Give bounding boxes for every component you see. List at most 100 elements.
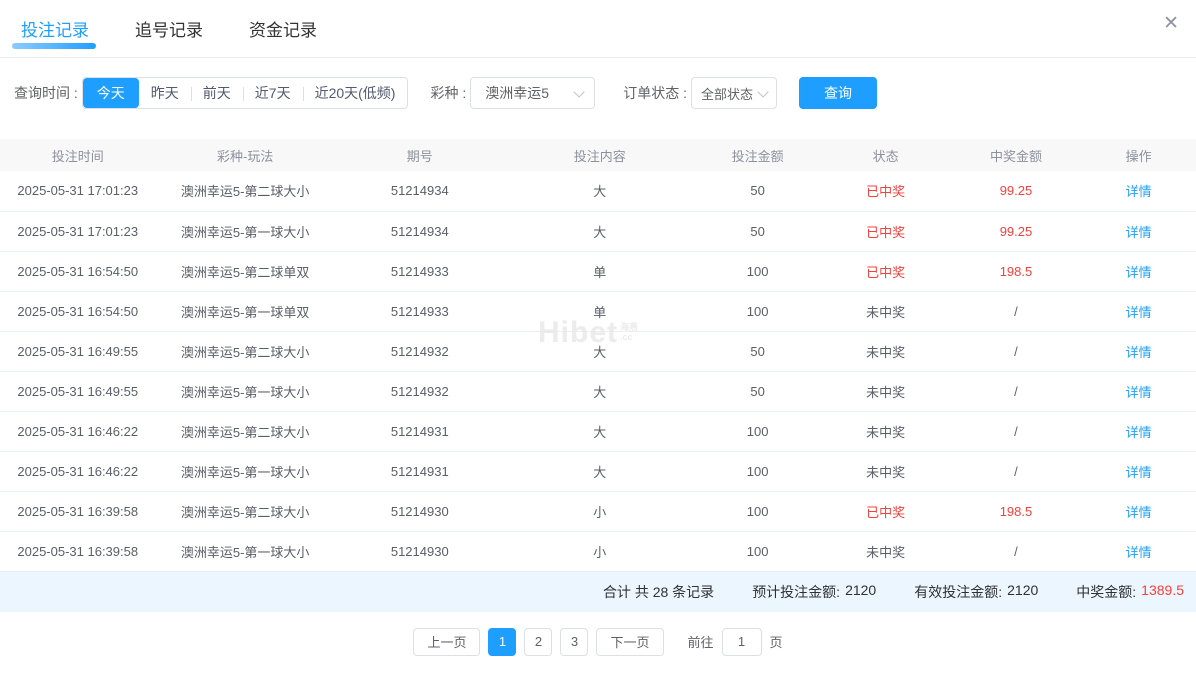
time-option-yesterday[interactable]: 昨天: [139, 78, 191, 108]
prize-amount: /: [951, 291, 1081, 331]
order-status-select[interactable]: 全部状态: [691, 77, 777, 109]
summary-valid-amount: 有效投注金额: 2120: [914, 582, 1038, 602]
next-page-button[interactable]: 下一页: [596, 628, 663, 656]
bet-content: 大: [505, 171, 695, 211]
detail-link[interactable]: 详情: [1081, 331, 1196, 371]
game-play: 澳洲幸运5-第一球大小: [155, 531, 334, 571]
detail-link[interactable]: 详情: [1081, 491, 1196, 531]
bet-amount: 100: [695, 411, 821, 451]
summary-bar: 合计 共 28 条记录 预计投注金额: 2120 有效投注金额: 2120 中奖…: [0, 572, 1196, 612]
bet-content: 大: [505, 371, 695, 411]
time-option-today[interactable]: 今天: [83, 78, 139, 108]
prize-amount: 198.5: [951, 251, 1081, 291]
status-text: 未中奖: [820, 451, 950, 491]
table-body: 2025-05-31 17:01:23澳洲幸运5-第二球大小51214934大5…: [0, 171, 1196, 571]
prize-amount: /: [951, 451, 1081, 491]
goto-label: 前往: [688, 632, 714, 651]
table-header-row: 投注时间 彩种-玩法 期号 投注内容 投注金额 状态 中奖金额 操作: [0, 139, 1196, 171]
game-play: 澳洲幸运5-第一球单双: [155, 291, 334, 331]
bet-time: 2025-05-31 17:01:23: [0, 171, 155, 211]
detail-link[interactable]: 详情: [1081, 211, 1196, 251]
prize-amount: /: [951, 531, 1081, 571]
search-button[interactable]: 查询: [799, 77, 877, 109]
lottery-label: 彩种 :: [430, 83, 466, 103]
column-header-game-play: 彩种-玩法: [155, 139, 334, 171]
query-time-label: 查询时间 :: [14, 83, 78, 103]
bet-amount: 50: [695, 171, 821, 211]
game-play: 澳洲幸运5-第一球大小: [155, 451, 334, 491]
pagination: 上一页 1 2 3 下一页 前往 页: [0, 628, 1196, 656]
status-text: 未中奖: [820, 531, 950, 571]
bet-amount: 100: [695, 251, 821, 291]
table-row: 2025-05-31 17:01:23澳洲幸运5-第一球大小51214934大5…: [0, 211, 1196, 251]
bet-time: 2025-05-31 16:54:50: [0, 291, 155, 331]
bet-time: 2025-05-31 17:01:23: [0, 211, 155, 251]
table-row: 2025-05-31 16:46:22澳洲幸运5-第二球大小51214931大1…: [0, 411, 1196, 451]
detail-link[interactable]: 详情: [1081, 171, 1196, 211]
game-play: 澳洲幸运5-第二球大小: [155, 491, 334, 531]
tab-bet-records[interactable]: 投注记录: [21, 0, 89, 57]
game-play: 澳洲幸运5-第一球大小: [155, 371, 334, 411]
bet-amount: 50: [695, 211, 821, 251]
bet-time: 2025-05-31 16:49:55: [0, 331, 155, 371]
page-number-1[interactable]: 1: [488, 628, 516, 656]
bet-time: 2025-05-31 16:54:50: [0, 251, 155, 291]
tabs-bar: 投注记录 追号记录 资金记录 ✕: [0, 0, 1196, 58]
table-row: 2025-05-31 16:49:55澳洲幸运5-第一球大小51214932大5…: [0, 371, 1196, 411]
time-option-20days[interactable]: 近20天(低频): [303, 78, 408, 108]
issue-number: 51214933: [335, 251, 505, 291]
goto-page-input[interactable]: [722, 628, 762, 656]
prev-page-button[interactable]: 上一页: [413, 628, 480, 656]
status-text: 已中奖: [820, 211, 950, 251]
lottery-select[interactable]: 澳洲幸运5: [470, 77, 595, 109]
bet-content: 小: [505, 491, 695, 531]
status-text: 未中奖: [820, 371, 950, 411]
detail-link[interactable]: 详情: [1081, 371, 1196, 411]
table-row: 2025-05-31 16:54:50澳洲幸运5-第二球单双51214933单1…: [0, 251, 1196, 291]
column-header-content: 投注内容: [505, 139, 695, 171]
order-status-label: 订单状态 :: [623, 83, 687, 103]
column-header-amount: 投注金额: [695, 139, 821, 171]
summary-expected-amount: 预计投注金额: 2120: [752, 582, 876, 602]
table-row: 2025-05-31 16:46:22澳洲幸运5-第一球大小51214931大1…: [0, 451, 1196, 491]
game-play: 澳洲幸运5-第二球大小: [155, 411, 334, 451]
detail-link[interactable]: 详情: [1081, 251, 1196, 291]
lottery-filter-group: 彩种 : 澳洲幸运5: [430, 77, 595, 109]
detail-link[interactable]: 详情: [1081, 451, 1196, 491]
detail-link[interactable]: 详情: [1081, 411, 1196, 451]
status-text: 未中奖: [820, 291, 950, 331]
issue-number: 51214934: [335, 211, 505, 251]
detail-link[interactable]: 详情: [1081, 531, 1196, 571]
bet-content: 小: [505, 531, 695, 571]
prize-amount: 198.5: [951, 491, 1081, 531]
prize-amount: /: [951, 331, 1081, 371]
issue-number: 51214931: [335, 411, 505, 451]
detail-link[interactable]: 详情: [1081, 291, 1196, 331]
filter-bar: 查询时间 : 今天 昨天 前天 近7天 近20天(低频) 彩种 : 澳洲幸运5 …: [14, 77, 1196, 109]
issue-number: 51214930: [335, 531, 505, 571]
bet-content: 大: [505, 331, 695, 371]
time-option-day-before[interactable]: 前天: [191, 78, 243, 108]
game-play: 澳洲幸运5-第二球大小: [155, 171, 334, 211]
column-header-action: 操作: [1081, 139, 1196, 171]
bet-amount: 100: [695, 531, 821, 571]
tab-fund-records[interactable]: 资金记录: [249, 0, 317, 57]
time-option-7days[interactable]: 近7天: [243, 78, 303, 108]
prize-amount: /: [951, 371, 1081, 411]
bet-time: 2025-05-31 16:39:58: [0, 531, 155, 571]
bet-time: 2025-05-31 16:39:58: [0, 491, 155, 531]
bet-amount: 100: [695, 451, 821, 491]
chevron-down-icon: [574, 86, 585, 97]
prize-amount: /: [951, 411, 1081, 451]
page-number-3[interactable]: 3: [560, 628, 588, 656]
issue-number: 51214933: [335, 291, 505, 331]
table-row: 2025-05-31 16:54:50澳洲幸运5-第一球单双51214933单1…: [0, 291, 1196, 331]
bet-amount: 50: [695, 331, 821, 371]
close-button[interactable]: ✕: [1161, 12, 1181, 35]
tab-chase-records[interactable]: 追号记录: [135, 0, 203, 57]
bet-amount: 50: [695, 371, 821, 411]
bet-time: 2025-05-31 16:46:22: [0, 411, 155, 451]
issue-number: 51214930: [335, 491, 505, 531]
page-number-2[interactable]: 2: [524, 628, 552, 656]
bet-time: 2025-05-31 16:46:22: [0, 451, 155, 491]
